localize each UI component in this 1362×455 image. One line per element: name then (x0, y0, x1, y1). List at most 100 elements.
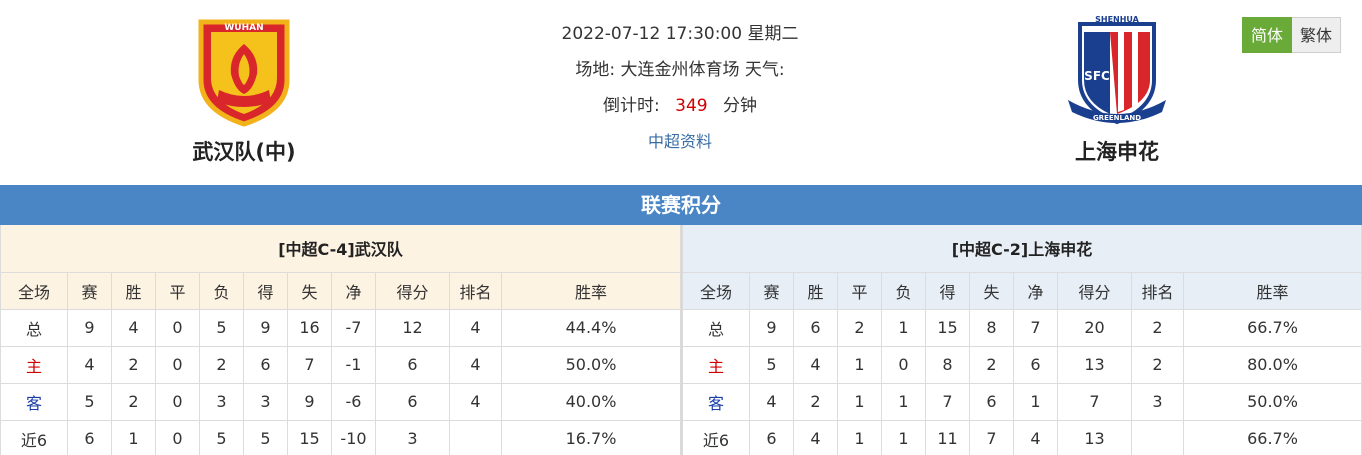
away-standings-body: 总 9 6 2 1 15 8 7 20 2 66.7% 主 5 4 1 0 8 2 6 13 2 80.0% 客 4 2 1 1 7 6… (682, 308, 1362, 455)
league-info-link[interactable]: 中超资料 (648, 132, 712, 151)
shenhua-crest-icon[interactable]: SFC SHENHUA GREENLAND (1062, 10, 1172, 128)
home-team-name: 武汉队(中) (192, 140, 296, 164)
table-cell: 7 (1013, 308, 1058, 347)
table-cell: 1 (837, 382, 882, 421)
table-cell: 5 (67, 382, 112, 421)
table-cell: 80.0% (1183, 345, 1362, 384)
venue-label: 场地: (575, 60, 616, 80)
row-label: 主 (0, 345, 68, 384)
table-cell: 2 (111, 345, 156, 384)
table-cell: 16.7% (501, 419, 681, 455)
table-cell: 2 (793, 382, 838, 421)
table-cell: 20 (1057, 308, 1132, 347)
table-cell: 4 (793, 345, 838, 384)
table-cell: 7 (925, 382, 970, 421)
table-cell: 3 (375, 419, 450, 455)
table-cell: 1 (881, 382, 926, 421)
column-header: 失 (969, 271, 1014, 310)
table-cell: 1 (881, 308, 926, 347)
table-cell: 4 (793, 419, 838, 455)
table-row: 主 4 2 0 2 6 7 -1 6 4 50.0% (0, 345, 681, 384)
table-cell: 5 (199, 308, 244, 347)
table-cell: 3 (199, 382, 244, 421)
table-cell: 6 (243, 345, 288, 384)
column-header: 得 (925, 271, 970, 310)
table-cell: 2 (837, 308, 882, 347)
table-row: 总 9 6 2 1 15 8 7 20 2 66.7% (682, 308, 1362, 347)
column-header: 胜 (793, 271, 838, 310)
row-label: 近6 (682, 419, 750, 455)
table-cell: 5 (199, 419, 244, 455)
table-cell: 4 (449, 382, 502, 421)
column-header: 得 (243, 271, 288, 310)
row-label: 客 (0, 382, 68, 421)
table-cell: 40.0% (501, 382, 681, 421)
table-cell: 0 (155, 308, 200, 347)
table-row: 主 5 4 1 0 8 2 6 13 2 80.0% (682, 345, 1362, 384)
column-header: 负 (199, 271, 244, 310)
countdown-value: 349 (675, 96, 708, 116)
row-label: 近6 (0, 419, 68, 455)
row-label: 客 (682, 382, 750, 421)
away-standings-caption: [中超C-2]上海申花 (682, 225, 1362, 273)
table-cell (449, 419, 502, 455)
table-cell: -1 (331, 345, 376, 384)
home-standings-body: 总 9 4 0 5 9 16 -7 12 4 44.4% 主 4 2 0 2 6 7 -1 6 4 50.0% 客 5 2 0 3 3… (0, 308, 681, 455)
venue-value: 大连金州体育场 (620, 60, 740, 80)
column-header: 赛 (749, 271, 794, 310)
table-cell: 6 (375, 345, 450, 384)
table-cell: 15 (287, 419, 332, 455)
table-cell: 6 (1013, 345, 1058, 384)
column-header: 排名 (449, 271, 502, 310)
column-header: 负 (881, 271, 926, 310)
table-cell: 4 (111, 308, 156, 347)
table-cell: 16 (287, 308, 332, 347)
table-cell: 11 (925, 419, 970, 455)
table-cell: 2 (1131, 345, 1184, 384)
svg-text:GREENLAND: GREENLAND (1093, 114, 1141, 122)
home-standings-caption: [中超C-4]武汉队 (0, 225, 681, 273)
table-row: 近6 6 4 1 1 11 7 4 13 66.7% (682, 419, 1362, 455)
column-header: 平 (155, 271, 200, 310)
table-cell: 9 (287, 382, 332, 421)
table-cell: 2 (111, 382, 156, 421)
home-standings-table: [中超C-4]武汉队 全场 赛 胜 平 负 得 失 净 得分 排名 胜率 总94… (0, 225, 681, 455)
table-cell: 9 (67, 308, 112, 347)
column-header: 失 (287, 271, 332, 310)
table-cell: 4 (749, 382, 794, 421)
column-header: 胜率 (1183, 271, 1362, 310)
table-cell: 6 (793, 308, 838, 347)
table-cell: 50.0% (1183, 382, 1362, 421)
table-cell: 4 (449, 345, 502, 384)
away-standings-header: 全场 赛 胜 平 负 得 失 净 得分 排名 胜率 (682, 271, 1362, 310)
away-team-name: 上海申花 (1075, 140, 1159, 164)
column-header: 赛 (67, 271, 112, 310)
table-cell: 15 (925, 308, 970, 347)
table-cell: 1 (837, 419, 882, 455)
table-cell: 3 (1131, 382, 1184, 421)
table-cell: 6 (749, 419, 794, 455)
simplified-chinese-button[interactable]: 简体 (1241, 17, 1292, 53)
away-team: SFC SHENHUA GREENLAND 上海申花 (1007, 0, 1227, 166)
wuhan-crest-icon[interactable]: WUHAN (189, 10, 299, 128)
column-header: 得分 (375, 271, 450, 310)
table-cell: 7 (287, 345, 332, 384)
column-header: 平 (837, 271, 882, 310)
traditional-chinese-button[interactable]: 繁体 (1291, 17, 1341, 53)
table-cell: 7 (1057, 382, 1132, 421)
svg-text:WUHAN: WUHAN (224, 23, 263, 33)
column-header: 净 (331, 271, 376, 310)
table-cell: -10 (331, 419, 376, 455)
table-cell: 12 (375, 308, 450, 347)
row-label: 总 (682, 308, 750, 347)
home-standings-header: 全场 赛 胜 平 负 得 失 净 得分 排名 胜率 (0, 271, 681, 310)
table-cell: 7 (969, 419, 1014, 455)
match-datetime: 2022-07-12 17:30:00 星期二 (561, 24, 799, 44)
table-cell: 9 (243, 308, 288, 347)
home-team: WUHAN 武汉队(中) (134, 0, 354, 166)
table-cell: 4 (449, 308, 502, 347)
column-header: 全场 (682, 271, 750, 310)
countdown-unit: 分钟 (723, 96, 757, 116)
table-cell: 0 (155, 382, 200, 421)
column-header: 胜率 (501, 271, 681, 310)
